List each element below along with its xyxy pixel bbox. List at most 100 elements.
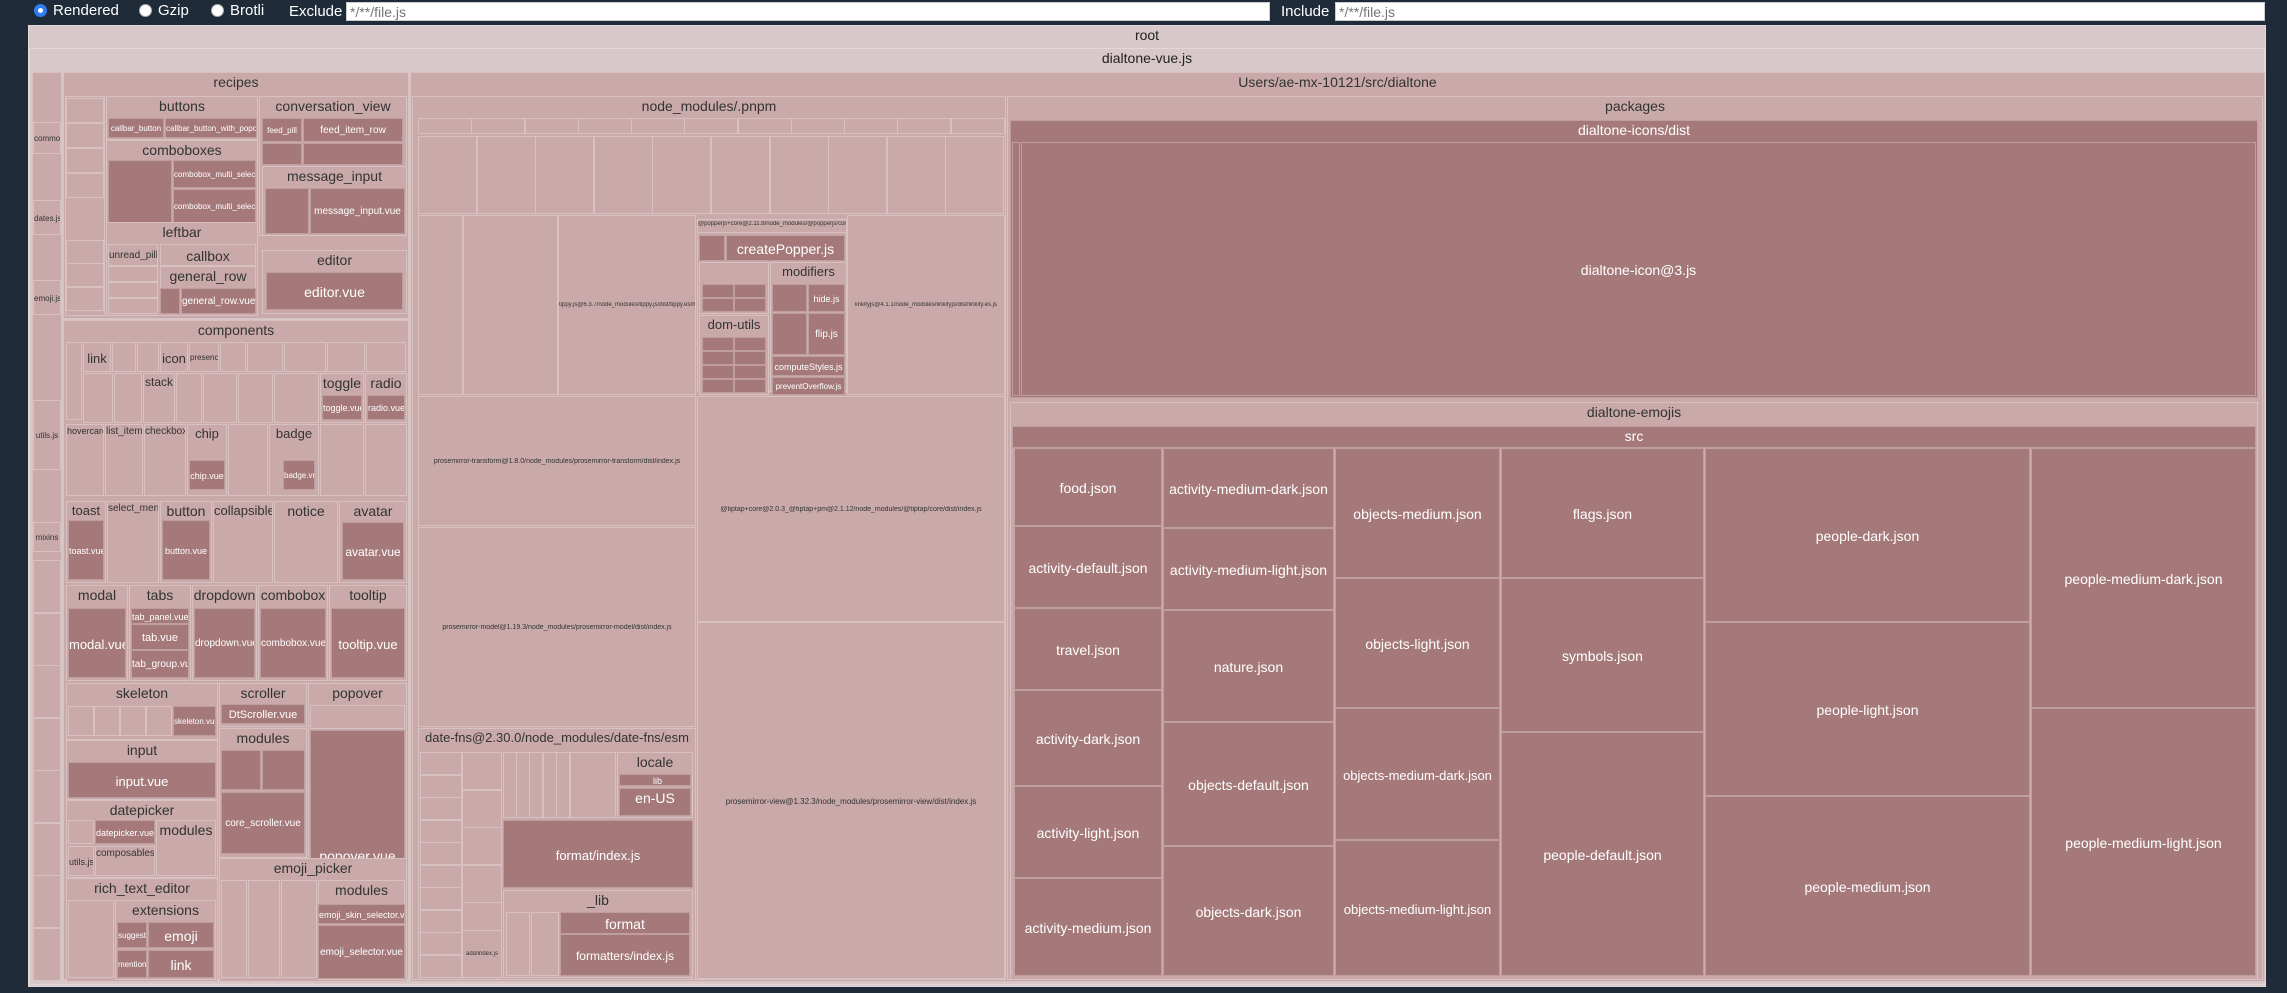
node-combobox-vue[interactable]: combobox.vue	[260, 608, 326, 678]
node-mixins[interactable]: mixins	[33, 522, 61, 552]
node-module[interactable]	[699, 235, 725, 261]
node-objects-medium-light-json[interactable]: objects-medium-light.json	[1335, 840, 1500, 976]
node-module[interactable]	[33, 560, 61, 613]
node-objects-default-json[interactable]: objects-default.json	[1163, 722, 1334, 846]
node-presence[interactable]: presence	[189, 342, 219, 372]
node-core-scroller-vue[interactable]: core_scroller.vue	[221, 792, 305, 854]
node-dialtone-icon[interactable]: dialtone-icon@3.js	[1021, 142, 2256, 396]
node-collapsible[interactable]: collapsible	[213, 501, 273, 583]
node-module[interactable]	[365, 424, 407, 496]
node-module[interactable]	[33, 613, 61, 666]
node-module[interactable]	[702, 298, 734, 312]
size-option-rendered[interactable]: Rendered	[34, 2, 119, 19]
node-module[interactable]	[33, 875, 61, 928]
node-popper-path[interactable]: @popperjs+core@2.11.8/node_modules/@popp…	[697, 219, 847, 233]
node-link[interactable]: link	[148, 950, 214, 978]
node-stack[interactable]: stack	[143, 373, 175, 423]
node-module[interactable]	[734, 379, 766, 393]
node-module[interactable]	[320, 424, 364, 496]
node-module[interactable]	[734, 337, 766, 351]
node-module[interactable]	[462, 790, 502, 828]
node-activity-dark-json[interactable]: activity-dark.json	[1014, 690, 1162, 786]
node-module[interactable]	[66, 240, 104, 264]
node-button-vue[interactable]: button.vue	[162, 520, 210, 580]
node-module[interactable]	[33, 665, 61, 718]
node-module[interactable]	[420, 820, 462, 843]
node-emoji-skin-selector-vue[interactable]: emoji_skin_selector.vue	[318, 904, 405, 924]
node-module[interactable]	[702, 365, 734, 379]
node-objects-light-json[interactable]: objects-light.json	[1335, 578, 1500, 708]
node-module[interactable]	[951, 118, 1005, 134]
node-module[interactable]	[1012, 142, 1020, 396]
node-module[interactable]	[844, 118, 898, 134]
node-toggle-vue[interactable]: toggle.vue	[322, 395, 362, 420]
node-module[interactable]	[120, 706, 146, 736]
exclude-input[interactable]	[346, 2, 1270, 21]
node-feed-item-row[interactable]: feed_item_row	[303, 118, 403, 142]
node-module[interactable]	[702, 379, 734, 393]
node-dtscroller-vue[interactable]: DtScroller.vue	[221, 704, 305, 724]
node-people-dark-json[interactable]: people-dark.json	[1705, 448, 2030, 622]
node-dates-js[interactable]: dates.js	[33, 200, 61, 235]
node-activity-medium-light-json[interactable]: activity-medium-light.json	[1163, 528, 1334, 610]
node-notice[interactable]: notice	[274, 501, 338, 583]
node-module[interactable]	[238, 373, 273, 423]
node-module[interactable]	[281, 880, 317, 978]
node-module[interactable]	[734, 365, 766, 379]
node-module[interactable]	[262, 143, 302, 165]
size-option-brotli[interactable]: Brotli	[211, 2, 264, 19]
node-emoji-selector-vue[interactable]: emoji_selector.vue	[318, 925, 405, 979]
node-radio-vue[interactable]: radio.vue	[367, 395, 405, 420]
node-callbox[interactable]: callbox	[160, 244, 256, 266]
node-module[interactable]	[506, 912, 530, 976]
node-module[interactable]	[420, 752, 462, 775]
node-module[interactable]	[543, 752, 557, 818]
node-module[interactable]	[418, 118, 472, 134]
node-module[interactable]	[265, 188, 309, 234]
node-module[interactable]	[327, 342, 365, 372]
node-module[interactable]	[114, 373, 142, 423]
node-message-input-vue[interactable]: message_input.vue	[310, 188, 405, 234]
node-list-item[interactable]: list_item	[105, 424, 143, 496]
node-format[interactable]: format	[560, 912, 690, 934]
node-module[interactable]	[33, 823, 61, 876]
node-combobox-multi-select[interactable]: combobox_multi_select	[173, 160, 256, 188]
node-module[interactable]	[108, 282, 158, 298]
node-icon[interactable]: icon	[160, 342, 188, 372]
node-modules[interactable]: modules	[156, 820, 216, 876]
node-format-index[interactable]: format/index.js	[503, 820, 693, 888]
node-module[interactable]	[734, 351, 766, 365]
node-module[interactable]	[274, 373, 319, 423]
node-tab-vue[interactable]: tab.vue	[131, 624, 189, 650]
node-module[interactable]	[137, 342, 159, 372]
node-flip-js[interactable]: flip.js	[808, 313, 845, 355]
node-module[interactable]	[366, 342, 406, 372]
node-module[interactable]	[420, 955, 462, 978]
node-module[interactable]	[221, 750, 261, 790]
node-people-default-json[interactable]: people-default.json	[1501, 732, 1704, 976]
node-utils-js[interactable]: utils.js	[33, 400, 61, 470]
node-module[interactable]	[66, 173, 104, 198]
node-module[interactable]	[702, 351, 734, 365]
node-avatar-vue[interactable]: avatar.vue	[342, 522, 404, 580]
node-select-menu[interactable]: select_menu	[107, 501, 159, 583]
node-objects-medium-json[interactable]: objects-medium.json	[1335, 448, 1500, 578]
node-module[interactable]	[477, 136, 536, 214]
node-module[interactable]	[66, 98, 104, 123]
node-module[interactable]	[462, 865, 502, 903]
node-utils-js[interactable]: utils.js	[68, 846, 94, 876]
node-tab-group-vue[interactable]: tab_group.vue	[131, 650, 189, 678]
node-module[interactable]	[112, 342, 136, 372]
node-src[interactable]: src	[1012, 426, 2256, 448]
node-module[interactable]	[68, 820, 94, 844]
node-skeleton-vue[interactable]: skeleton.vue	[173, 706, 216, 736]
node-general-row-vue[interactable]: general_row.vue	[181, 288, 256, 314]
node-travel-json[interactable]: travel.json	[1014, 608, 1162, 690]
node-suggestion[interactable]: suggestion	[117, 922, 147, 948]
node-editor-vue[interactable]: editor.vue	[266, 272, 403, 310]
node-createPopper[interactable]: createPopper.js	[726, 235, 845, 261]
gzip-radio[interactable]	[139, 4, 152, 17]
node-module[interactable]	[33, 770, 61, 823]
node-toast-vue[interactable]: toast.vue	[68, 520, 104, 580]
node-module[interactable]	[471, 118, 525, 134]
